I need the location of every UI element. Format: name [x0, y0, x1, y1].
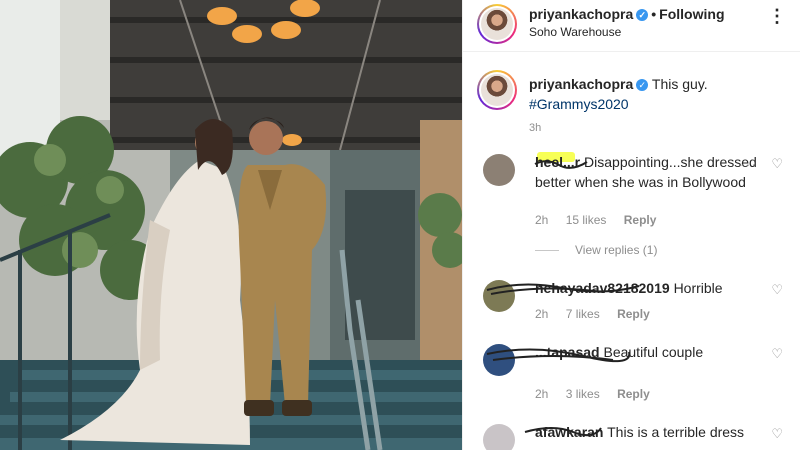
post-caption: priyankachopra ✓ This guy. #Grammys2020: [529, 74, 779, 114]
comment-meta: 2h 3 likes Reply: [535, 387, 664, 401]
photo-illustration: [0, 0, 462, 450]
author-username[interactable]: priyankachopra: [529, 6, 633, 22]
comment-meta: 2h 7 likes Reply: [535, 307, 664, 321]
commenter-avatar[interactable]: [483, 280, 515, 312]
view-replies-button[interactable]: View replies (1): [535, 243, 657, 257]
caption-text: This guy.: [651, 76, 708, 92]
commenter-avatar[interactable]: [483, 154, 515, 186]
heart-icon[interactable]: ♡: [771, 156, 783, 172]
comment-body: afawkaran This is a terrible dress: [535, 422, 757, 442]
comment-likes[interactable]: 15 likes: [566, 213, 607, 227]
comment-username[interactable]: ...tapasad: [535, 344, 600, 360]
comment-username[interactable]: nehayadav82182019: [535, 280, 670, 296]
comment-time: 2h: [535, 387, 549, 401]
comment-text: Beautiful couple: [603, 344, 704, 360]
caption-avatar[interactable]: [477, 70, 517, 110]
hashtag-link[interactable]: #Grammys2020: [529, 96, 629, 112]
caption-username[interactable]: priyankachopra: [529, 76, 633, 92]
comment-text: This is a terrible dress: [607, 424, 745, 440]
verified-badge-icon: ✓: [636, 79, 649, 91]
heart-icon[interactable]: ♡: [771, 426, 783, 442]
verified-badge-icon: ✓: [636, 9, 649, 21]
comment-likes[interactable]: 7 likes: [566, 307, 600, 321]
comment-meta: 2h 15 likes Reply: [535, 213, 670, 227]
comment-time: 2h: [535, 307, 549, 321]
replies-divider-line: [535, 250, 559, 252]
comment-likes[interactable]: 3 likes: [566, 387, 600, 401]
comment-text: Horrible: [673, 280, 723, 296]
separator-dot: •: [651, 6, 657, 22]
caption-timestamp: 3h: [529, 122, 542, 134]
commenter-avatar[interactable]: [483, 344, 515, 376]
comment-time: 2h: [535, 213, 549, 227]
view-replies-label: View replies (1): [575, 243, 658, 257]
reply-button[interactable]: Reply: [624, 213, 657, 227]
comment-username[interactable]: afawkaran: [535, 424, 603, 440]
reply-button[interactable]: Reply: [617, 387, 650, 401]
comment-username[interactable]: heel...r: [535, 154, 580, 170]
comment-body: nehayadav82182019 Horrible: [535, 278, 757, 298]
comment-body: heel...r Disappointing...she dressed bet…: [535, 152, 757, 192]
post-header: priyankachopra ✓ • Following Soho Warehouse…: [463, 0, 800, 52]
comment-body: ...tapasad Beautiful couple: [535, 342, 757, 362]
header-user-line: priyankachopra ✓ • Following: [529, 6, 725, 22]
more-options-icon[interactable]: ⋮: [768, 6, 787, 27]
author-avatar[interactable]: [477, 4, 517, 44]
heart-icon[interactable]: ♡: [771, 346, 783, 362]
reply-button[interactable]: Reply: [617, 307, 650, 321]
post-details-panel: priyankachopra ✓ • Following Soho Warehouse…: [462, 0, 800, 450]
heart-icon[interactable]: ♡: [771, 282, 783, 298]
post-photo[interactable]: [0, 0, 462, 450]
commenter-avatar[interactable]: [483, 424, 515, 450]
following-button[interactable]: Following: [659, 6, 724, 22]
comment-more-icon[interactable]: ···: [740, 156, 757, 172]
location-link[interactable]: Soho Warehouse: [529, 25, 621, 39]
